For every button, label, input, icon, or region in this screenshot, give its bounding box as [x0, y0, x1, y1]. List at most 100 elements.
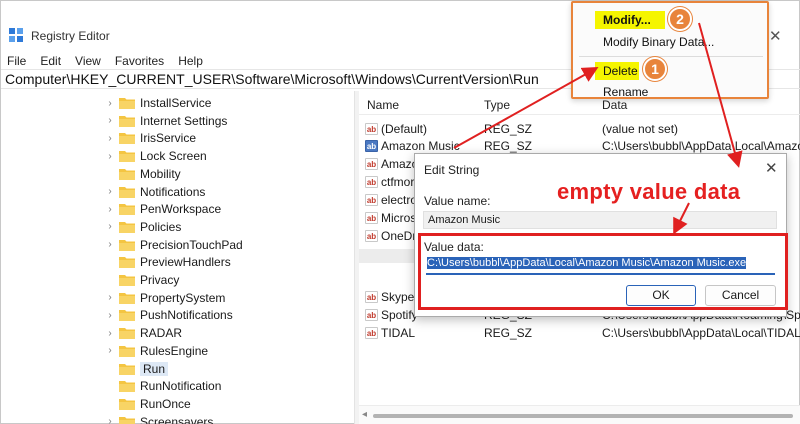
folder-icon [119, 168, 135, 180]
tree-item[interactable]: › Screensavers [105, 413, 213, 424]
tree-item[interactable]: › PrecisionTouchPad [105, 236, 243, 254]
folder-icon [119, 98, 135, 109]
scroll-left-icon[interactable]: ◂ [362, 409, 367, 420]
folder-icon [119, 363, 135, 375]
value-data-text: C:\Users\bubbl\AppData\Local\Amazon Musi… [427, 257, 747, 269]
list-row[interactable]: ab TIDAL REG_SZ C:\Users\bubbl\AppData\Loca… [359, 324, 800, 342]
folder-icon [119, 381, 135, 393]
value-data-label: Value data: [424, 240, 484, 254]
value-name-field: Amazon Music [423, 211, 777, 229]
chevron-right-icon[interactable]: › [105, 292, 115, 303]
tree-item-label: PenWorkspace [140, 202, 222, 217]
chevron-right-icon[interactable]: › [105, 186, 115, 197]
tree-item-label: PropertySystem [140, 290, 226, 305]
folder-icon [119, 239, 135, 251]
window-close-icon[interactable]: ✕ [769, 27, 782, 45]
tree-item-label: Notifications [140, 184, 206, 199]
tree-item-label: Policies [140, 219, 182, 234]
dialog-close-icon[interactable]: ✕ [765, 159, 778, 177]
horizontal-scrollbar[interactable]: ◂ [359, 405, 800, 424]
tree-item[interactable]: › InstallService [105, 94, 211, 112]
folder-icon [119, 186, 135, 198]
tree-item[interactable]: › PropertySystem [105, 289, 225, 307]
tree-item-label: IrisService [140, 131, 197, 146]
folder-icon [119, 151, 135, 163]
tree-item[interactable]: › PushNotifications [105, 306, 233, 324]
tree-item-label: InstallService [140, 96, 212, 110]
tree-item[interactable]: Mobility [105, 165, 181, 183]
tree-item[interactable]: › RulesEngine [105, 342, 208, 360]
string-value-icon: ab [365, 194, 378, 206]
window-title: Registry Editor [31, 29, 110, 43]
tree-item-label: RADAR [140, 326, 183, 341]
string-value-icon: ab [365, 140, 378, 152]
folder-icon [119, 292, 135, 304]
tree-item-label: Privacy [140, 273, 180, 287]
menu-separator [579, 56, 763, 57]
edit-string-dialog: Edit String ✕ Value name: Amazon Music V… [414, 153, 787, 317]
chevron-right-icon[interactable]: › [105, 133, 115, 144]
tree-item[interactable]: › Notifications [105, 183, 205, 201]
folder-icon [119, 398, 135, 410]
tree-item[interactable]: › Policies [105, 218, 181, 236]
step-badge-1: 1 [643, 57, 667, 81]
chevron-right-icon[interactable]: › [105, 328, 115, 339]
chevron-right-icon[interactable]: › [105, 151, 115, 162]
folder-icon [119, 115, 135, 127]
tree-item[interactable]: RunNotification [105, 377, 221, 395]
value-name-cell: (Default) [381, 122, 428, 136]
string-value-icon: ab [365, 291, 378, 303]
value-type-cell: REG_SZ [484, 326, 533, 340]
string-value-icon: ab [365, 158, 378, 170]
registry-app-icon [9, 28, 23, 42]
tree-item[interactable]: PreviewHandlers [105, 253, 231, 271]
tree-item[interactable]: › PenWorkspace [105, 200, 221, 218]
tree-item-label: PreviewHandlers [140, 255, 231, 270]
chevron-right-icon[interactable]: › [105, 239, 115, 250]
value-type-cell: REG_SZ [484, 122, 533, 136]
ok-button[interactable]: OK [626, 285, 696, 306]
menu-item-modify[interactable]: Modify... [603, 13, 651, 27]
tree-item-label: PrecisionTouchPad [140, 237, 243, 252]
chevron-right-icon[interactable]: › [105, 115, 115, 126]
tree-item-label: RunNotification [140, 379, 222, 394]
value-data-input[interactable]: C:\Users\bubbl\AppData\Local\Amazon Musi… [426, 257, 775, 275]
menu-item-delete[interactable]: Delete [603, 64, 638, 78]
menu-item-rename[interactable]: Rename [603, 85, 648, 99]
cancel-button[interactable]: Cancel [705, 285, 776, 306]
tree-item-label: Mobility [140, 166, 181, 181]
tree-item[interactable]: Run [105, 360, 169, 378]
folder-icon [119, 310, 135, 322]
value-name-cell: Amazon Music [381, 139, 460, 153]
column-name[interactable]: Name [367, 98, 399, 112]
value-name-label: Value name: [424, 194, 491, 208]
string-value-icon: ab [365, 309, 378, 321]
string-value-icon: ab [365, 176, 378, 188]
list-row[interactable]: ab (Default) REG_SZ (value not set) [359, 120, 800, 138]
menu-item-modify-binary[interactable]: Modify Binary Data... [603, 35, 714, 49]
column-data[interactable]: Data [602, 98, 627, 112]
chevron-right-icon[interactable]: › [105, 310, 115, 321]
column-type[interactable]: Type [484, 98, 510, 112]
tree-item[interactable]: › RADAR [105, 324, 182, 342]
scroll-thumb[interactable] [373, 414, 793, 418]
tree-item[interactable]: Privacy [105, 271, 179, 289]
tree-item-label: PushNotifications [140, 308, 233, 323]
value-data-cell: (value not set) [602, 122, 679, 136]
tree-item-label: Screensavers [140, 414, 214, 424]
step-badge-2: 2 [668, 7, 692, 31]
chevron-right-icon[interactable]: › [105, 98, 115, 109]
annotation-text: empty value data [557, 179, 741, 204]
chevron-right-icon[interactable]: › [105, 204, 115, 215]
string-value-icon: ab [365, 327, 378, 339]
tree-item[interactable]: › IrisService [105, 129, 196, 147]
key-tree: › InstallService › Internet Settings › IrisSe… [1, 91, 355, 424]
chevron-right-icon[interactable]: › [105, 416, 115, 424]
folder-icon [119, 275, 135, 286]
chevron-right-icon[interactable]: › [105, 221, 115, 232]
tree-item[interactable]: › Lock Screen [105, 147, 206, 165]
chevron-right-icon[interactable]: › [105, 345, 115, 356]
tree-item[interactable]: › Internet Settings [105, 112, 227, 130]
tree-item-label: Internet Settings [140, 113, 228, 128]
tree-item[interactable]: RunOnce [105, 395, 191, 413]
